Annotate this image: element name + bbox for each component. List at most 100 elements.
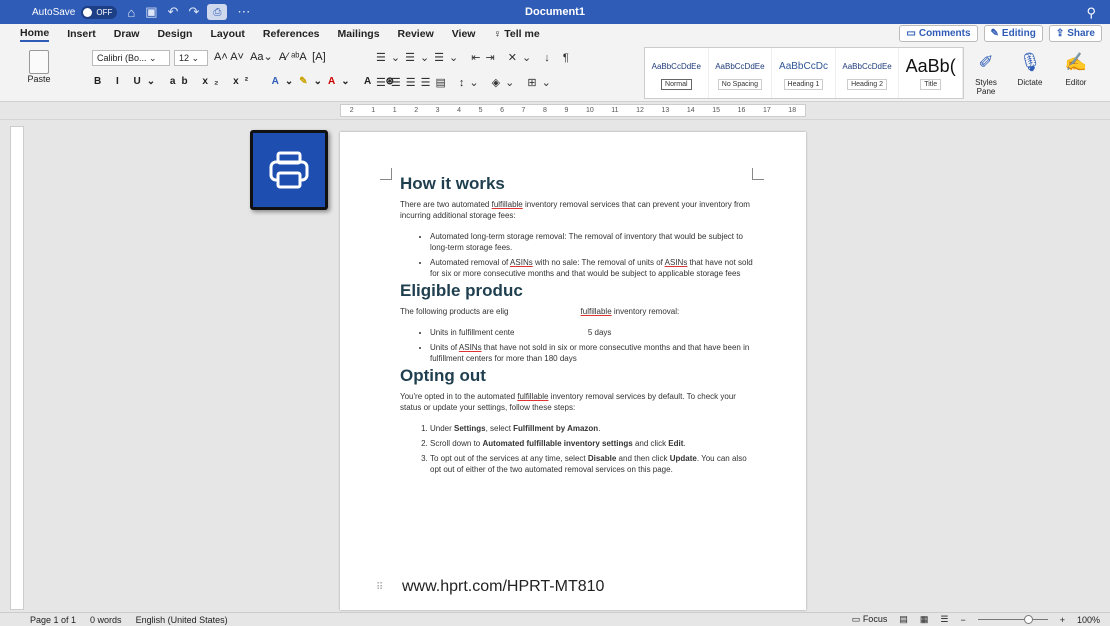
list-item: Units in fulfillment cente 5 days (430, 327, 756, 338)
zoom-in-button[interactable]: + (1060, 615, 1065, 625)
web-layout-icon[interactable]: ▦ (920, 614, 929, 625)
share-button[interactable]: ⇪ Share (1048, 25, 1102, 42)
style-no-spacing-preview: AaBbCcDdEe (715, 61, 765, 71)
paste-button[interactable]: Paste (22, 50, 56, 84)
drag-handle-icon[interactable]: ⠿ (376, 582, 383, 593)
home-ribbon: Paste Calibri (Bo... ⌄ 12 ⌄ A˄ A˅ Aa⌄ A⁄… (0, 44, 1110, 102)
editing-label: Editing (1001, 28, 1036, 39)
style-heading-1-preview: AaBbCcDc (779, 60, 828, 72)
removal-services-list: Automated long-term storage removal: The… (430, 231, 756, 279)
print-icon[interactable]: ⎙ (207, 4, 228, 20)
font-name-select[interactable]: Calibri (Bo... ⌄ (92, 50, 170, 66)
dictate-button[interactable]: 🎙 Dictate (1010, 52, 1050, 87)
search-icon[interactable]: ⚲ (1086, 5, 1096, 21)
tab-draw[interactable]: Draw (114, 28, 140, 40)
font-size-select[interactable]: 12 ⌄ (174, 50, 208, 66)
tab-references[interactable]: References (263, 28, 320, 40)
home-icon[interactable]: ⌂ (127, 5, 135, 20)
ruler-tick-label: 16 (737, 107, 746, 114)
alignment-tools-row[interactable]: ☰☰☰☰▤ ↕⌄ ◈⌄ ⊞⌄ (376, 76, 556, 89)
ribbon-tabs: Home Insert Draw Design Layout Reference… (0, 24, 1110, 44)
clipboard-icon (29, 50, 49, 74)
ruler-tick-label: 10 (585, 107, 594, 114)
zoom-slider[interactable] (977, 615, 1048, 624)
style-normal[interactable]: AaBbCcDdEe Normal (645, 48, 709, 98)
ruler-tick-label: 1 (371, 107, 376, 114)
styles-gallery: AaBbCcDdEe Normal AaBbCcDdEe No Spacing … (644, 47, 964, 99)
ruler-tick-label: 14 (686, 107, 695, 114)
vertical-ruler[interactable] (10, 126, 24, 610)
heading-opting-out: Opting out (400, 366, 486, 385)
zoom-out-button[interactable]: − (960, 615, 965, 625)
styles-pane-button[interactable]: ✐ Styles Pane (966, 52, 1006, 96)
ruler-tick-label: 9 (564, 107, 569, 114)
focus-label: Focus (862, 614, 888, 624)
word-count[interactable]: 0 words (90, 615, 122, 625)
font-tools-row[interactable]: A˄ A˅ Aa⌄ A⁄ ᵃᵇA [A] (214, 50, 326, 63)
paste-label: Paste (27, 74, 51, 84)
dictate-label: Dictate (1017, 78, 1043, 87)
focus-icon: ▭ (851, 614, 863, 624)
more-icon[interactable]: ⋯ (237, 4, 250, 20)
comments-button[interactable]: ▭ Comments (899, 25, 978, 42)
autosave-label: AutoSave (32, 6, 76, 18)
language-indicator[interactable]: English (United States) (136, 615, 228, 625)
margin-corner-top-left (380, 168, 392, 180)
zoom-level[interactable]: 100% (1077, 615, 1100, 625)
comments-label: Comments (918, 28, 971, 39)
editor-button[interactable]: ✍ Editor (1056, 52, 1096, 87)
autosave-state: OFF (96, 7, 113, 17)
list-item: Automated removal of ASINs with no sale:… (430, 257, 756, 279)
ruler-tick-label: 1 (392, 107, 397, 114)
focus-button[interactable]: ▭ Focus (852, 614, 888, 625)
tab-review[interactable]: Review (398, 28, 434, 40)
style-no-spacing-name: No Spacing (717, 79, 762, 90)
style-heading-2[interactable]: AaBbCcDdEe Heading 2 (836, 48, 900, 98)
page-count[interactable]: Page 1 of 1 (30, 615, 76, 625)
ruler-tick-label: 5 (478, 107, 483, 114)
document-body: How it works There are two automated ful… (400, 175, 756, 481)
print-layout-icon[interactable]: ▤ (899, 614, 908, 625)
paragraph-opting-out: You're opted in to the automated fulfill… (400, 392, 736, 412)
ruler-tick-label: 15 (712, 107, 721, 114)
list-item: To opt out of the services at any time, … (430, 453, 756, 475)
tab-design[interactable]: Design (157, 28, 192, 40)
autosave-toggle[interactable]: OFF (81, 5, 118, 19)
list-item: Under Settings, select Fulfillment by Am… (430, 423, 756, 434)
list-tools-row[interactable]: ☰⌄☰⌄☰⌄ ⇤⇥ ✕⌄ ↓ ¶ (376, 51, 574, 64)
outline-icon[interactable]: ☰ (940, 614, 948, 625)
share-label: Share (1067, 28, 1095, 39)
tab-view[interactable]: View (452, 28, 476, 40)
tell-me[interactable]: ♀ Tell me (493, 28, 539, 40)
horizontal-ruler[interactable]: 2 1 1 2 3 4 5 6 7 8 9 10 11 12 13 14 15 16 17 18 (0, 102, 1110, 120)
lightbulb-icon: ♀ (493, 28, 505, 40)
style-title[interactable]: AaBb( Title (899, 48, 963, 98)
style-title-name: Title (920, 79, 942, 90)
style-heading-1-name: Heading 1 (783, 79, 824, 90)
text-format-row[interactable]: B I U⌄ ab x₂ x² A⌄✎⌄A⌄ A ⊛ (94, 76, 400, 87)
title-bar: AutoSave OFF ⌂ ▣ ↶ ↷ ⎙ ⋯ Document1 ⚲ (0, 0, 1110, 24)
paragraph-eligible: The following products are elig fulfillab… (400, 307, 680, 316)
style-no-spacing[interactable]: AaBbCcDdEe No Spacing (709, 48, 773, 98)
editing-button[interactable]: ✎ Editing (983, 25, 1043, 42)
ruler-tick-label: 4 (457, 107, 462, 114)
opt-out-steps: Under Settings, select Fulfillment by Am… (430, 423, 756, 475)
zoom-slider-thumb[interactable] (1023, 615, 1033, 624)
redo-icon[interactable]: ↷ (188, 4, 199, 20)
tab-home[interactable]: Home (20, 27, 50, 42)
style-title-preview: AaBb( (905, 55, 956, 76)
document-title: Document1 (525, 6, 585, 18)
ruler-scale: 2 1 1 2 3 4 5 6 7 8 9 10 11 12 13 14 15 16 17 18 (340, 104, 806, 117)
tell-me-label: Tell me (504, 28, 540, 40)
ruler-tick-label: 17 (762, 107, 771, 114)
style-normal-name: Normal (661, 79, 692, 90)
save-icon[interactable]: ▣ (145, 4, 157, 20)
tab-insert[interactable]: Insert (67, 28, 96, 40)
style-heading-1[interactable]: AaBbCcDc Heading 1 (772, 48, 836, 98)
tab-mailings[interactable]: Mailings (338, 28, 380, 40)
document-page[interactable]: How it works There are two automated ful… (340, 132, 806, 610)
undo-icon[interactable]: ↶ (168, 4, 179, 20)
list-item: Units of ASINs that have not sold in six… (430, 342, 756, 364)
styles-pane-icon: ✐ (978, 52, 994, 72)
tab-layout[interactable]: Layout (210, 28, 244, 40)
